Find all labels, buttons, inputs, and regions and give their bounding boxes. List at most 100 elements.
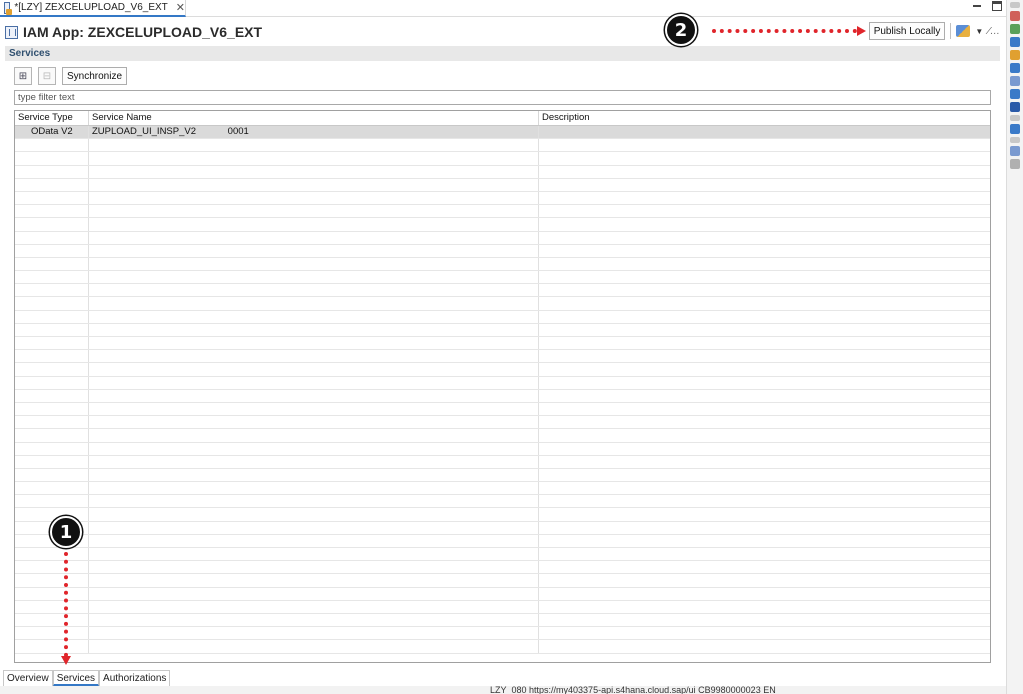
empty-cell (539, 363, 990, 375)
empty-cell (89, 231, 539, 244)
properties-view-icon[interactable] (1010, 76, 1020, 86)
empty-table-row (15, 455, 990, 469)
tab-authorizations[interactable]: Authorizations (99, 671, 171, 686)
empty-cell (539, 245, 990, 257)
annotation-arrow-line (712, 29, 857, 33)
empty-table-row (15, 376, 990, 390)
empty-table-row (15, 574, 990, 588)
add-service-icon[interactable]: ⊞ (14, 67, 32, 85)
empty-cell (15, 218, 89, 231)
close-icon[interactable]: ✕ (176, 1, 185, 14)
launch-menu-icon[interactable] (956, 25, 971, 37)
empty-cell (15, 600, 89, 613)
empty-table-row (15, 165, 990, 179)
empty-cell (15, 205, 89, 218)
publish-locally-button[interactable]: Publish Locally (868, 22, 946, 40)
filter-input[interactable] (14, 90, 991, 105)
minimized-stack-icon[interactable] (1010, 115, 1020, 121)
empty-cell (539, 443, 990, 455)
empty-cell (15, 508, 89, 521)
transport-view-icon[interactable] (1010, 102, 1020, 112)
column-header-description[interactable]: Description (539, 111, 990, 125)
project-explorer-icon[interactable] (1010, 24, 1020, 34)
empty-cell (89, 165, 539, 178)
tab-services[interactable]: Services (52, 671, 100, 686)
empty-cell (89, 587, 539, 600)
empty-cell (15, 323, 89, 336)
empty-cell (15, 271, 89, 284)
empty-table-row (15, 152, 990, 166)
empty-cell (539, 350, 990, 362)
table-body: OData V2 ZUPLOAD_UI_INSP_V2 0001 (15, 126, 990, 662)
empty-cell (15, 350, 89, 363)
empty-cell (539, 377, 990, 389)
empty-cell (15, 574, 89, 587)
minimized-stack-icon[interactable] (1010, 137, 1020, 143)
empty-cell (89, 482, 539, 495)
empty-table-row (15, 468, 990, 483)
empty-cell (89, 402, 539, 416)
column-header-service-type[interactable]: Service Type (15, 111, 89, 125)
table-view-icon[interactable] (1010, 159, 1020, 169)
empty-cell (539, 324, 990, 336)
empty-cell (15, 402, 89, 416)
view-menu-icon[interactable] (1010, 2, 1020, 8)
empty-cell (539, 403, 990, 415)
empty-cell (15, 284, 89, 297)
column-header-service-name[interactable]: Service Name (89, 111, 539, 125)
outline-view-icon[interactable] (1010, 11, 1020, 21)
feed-icon[interactable] (1010, 50, 1020, 60)
tab-overview[interactable]: Overview (3, 671, 53, 686)
empty-table-row (15, 205, 990, 219)
empty-cell (89, 627, 539, 640)
empty-cell (539, 337, 990, 349)
maximize-icon[interactable] (992, 1, 1002, 11)
empty-cell (89, 363, 539, 376)
empty-cell (89, 271, 539, 284)
editor-tab[interactable]: *[LZY] ZEXCELUPLOAD_V6_EXT ✕ (0, 0, 186, 17)
empty-cell (539, 548, 990, 560)
empty-cell (15, 495, 89, 508)
right-trim-bar (1006, 0, 1023, 694)
problems-view-icon[interactable] (1010, 63, 1020, 73)
empty-cell (15, 139, 89, 152)
console-view-icon[interactable] (1010, 89, 1020, 99)
annotation-arrowhead (857, 26, 866, 36)
table-row[interactable]: OData V2 ZUPLOAD_UI_INSP_V2 0001 (15, 126, 990, 140)
chevron-down-icon[interactable]: ▼ (975, 27, 983, 36)
more-actions-icon[interactable]: ⁄… (988, 26, 1000, 37)
bookmark-icon[interactable] (1010, 37, 1020, 47)
empty-cell (15, 244, 89, 257)
description-cell (539, 126, 990, 138)
empty-table-row (15, 495, 990, 509)
annotation-arrowhead (61, 656, 71, 665)
empty-table-row (15, 548, 990, 562)
task-list-icon[interactable] (1010, 124, 1020, 134)
empty-table-row (15, 257, 990, 272)
empty-cell (539, 456, 990, 468)
empty-cell (539, 601, 990, 613)
synchronize-button[interactable]: Synchronize (62, 67, 128, 85)
empty-cell (89, 548, 539, 561)
empty-cell (15, 257, 89, 271)
empty-cell (539, 205, 990, 217)
empty-cell (89, 205, 539, 218)
empty-table-row (15, 429, 990, 443)
empty-table-row (15, 271, 990, 285)
editor-tab-strip: *[LZY] ZEXCELUPLOAD_V6_EXT ✕ (0, 0, 1006, 17)
empty-cell (89, 640, 539, 653)
variables-view-icon[interactable] (1010, 146, 1020, 156)
empty-cell (15, 376, 89, 389)
section-title: Services (9, 48, 51, 59)
empty-cell (89, 455, 539, 468)
services-table: Service Type Service Name Description OD… (14, 110, 991, 663)
empty-table-row (15, 139, 990, 153)
minimize-icon[interactable] (972, 1, 982, 11)
empty-cell (539, 482, 990, 494)
empty-cell (89, 337, 539, 350)
empty-cell (89, 561, 539, 574)
empty-cell (15, 178, 89, 191)
remove-service-icon[interactable]: ⊟ (38, 67, 56, 85)
empty-cell (539, 258, 990, 270)
empty-table-row (15, 416, 990, 430)
